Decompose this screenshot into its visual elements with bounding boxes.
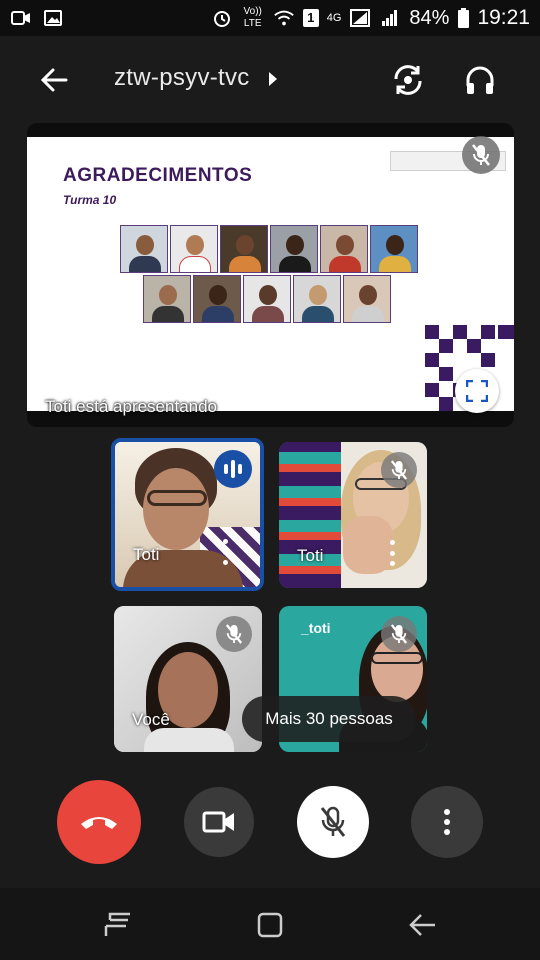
mic-off-icon	[381, 452, 417, 488]
chevron-right-icon[interactable]	[264, 66, 282, 92]
student-photo	[170, 225, 218, 273]
fullscreen-button[interactable]	[455, 369, 499, 413]
student-photo	[320, 225, 368, 273]
headphones-icon	[466, 66, 494, 94]
slide-title: AGRADECIMENTOS	[63, 165, 253, 186]
audio-output-button[interactable]	[458, 58, 502, 102]
student-photo	[220, 225, 268, 273]
volte-label: Vo)) LTE	[243, 6, 262, 29]
participant-name: Toti	[133, 545, 160, 564]
student-photo	[193, 275, 241, 323]
speaking-indicator-icon	[214, 450, 252, 488]
toti-logo: _toti	[301, 620, 331, 636]
person-hand	[343, 516, 393, 574]
battery-icon	[457, 8, 469, 28]
back-button[interactable]	[32, 60, 76, 100]
wifi-icon	[273, 9, 295, 27]
home-icon	[257, 912, 283, 938]
glasses	[147, 490, 207, 506]
slide-subtitle: Turma 10	[63, 193, 117, 207]
system-nav-bar	[0, 888, 540, 960]
phone-hangup-icon	[81, 817, 117, 829]
mic-toggle-button[interactable]	[297, 786, 369, 858]
student-photo	[370, 225, 418, 273]
student-photo	[120, 225, 168, 273]
camera-toggle-button[interactable]	[184, 787, 254, 857]
app-bar: ztw-psyv-tvc	[0, 36, 540, 122]
participant-tile[interactable]: Você	[114, 606, 262, 752]
gallery-icon	[42, 9, 64, 27]
signal-icon-1	[349, 9, 371, 27]
glasses	[371, 652, 423, 664]
home-button[interactable]	[250, 908, 290, 942]
screen-record-icon	[10, 9, 32, 27]
recents-icon	[104, 912, 130, 936]
student-photo	[270, 225, 318, 273]
student-photo	[343, 275, 391, 323]
arrow-left-icon	[40, 68, 68, 92]
presenting-label: Toti está apresentando	[45, 397, 218, 416]
status-bar: Vo)) LTE 1 4G 84% 19:21	[0, 0, 540, 36]
participant-name: Toti	[297, 546, 324, 565]
switch-camera-button[interactable]	[386, 58, 430, 102]
tile-background	[279, 442, 341, 588]
person-shirt	[144, 728, 234, 752]
participant-tile[interactable]: Toti	[279, 442, 427, 588]
student-photo	[243, 275, 291, 323]
participant-tile[interactable]: Toti	[111, 438, 264, 591]
presentation-view[interactable]: AGRADECIMENTOS Turma 10 Toti está aprese…	[27, 123, 514, 427]
person-face	[143, 468, 209, 550]
more-people-button[interactable]: Mais 30 pessoas	[242, 696, 416, 742]
mic-off-icon	[320, 806, 346, 837]
end-call-button[interactable]	[57, 780, 141, 864]
tile-more-options-button[interactable]	[387, 540, 397, 566]
tile-more-options-button[interactable]	[220, 539, 230, 565]
video-camera-icon	[202, 811, 234, 833]
clock: 19:21	[477, 6, 530, 29]
back-arrow-icon	[409, 914, 435, 936]
mic-off-icon	[216, 616, 252, 652]
more-vert-icon	[444, 809, 450, 835]
student-photo	[143, 275, 191, 323]
alarm-icon	[211, 9, 233, 27]
camera-switch-icon	[394, 65, 422, 95]
student-photo	[293, 275, 341, 323]
slide: AGRADECIMENTOS Turma 10 Toti está aprese…	[27, 137, 514, 416]
signal-icon-2	[379, 9, 401, 27]
participant-name: Você	[132, 710, 170, 729]
meeting-code[interactable]: ztw-psyv-tvc	[114, 64, 250, 92]
back-nav-button[interactable]	[402, 908, 442, 942]
sim-badge: 1	[302, 9, 319, 27]
photo-row	[143, 275, 391, 323]
photo-row	[120, 225, 418, 273]
presenter-mic-off-icon	[462, 136, 500, 174]
mic-off-icon	[381, 616, 417, 652]
battery-percent: 84%	[409, 6, 450, 29]
recents-button[interactable]	[98, 908, 138, 942]
more-options-button[interactable]	[411, 786, 483, 858]
network-type-label: 4G	[326, 12, 342, 24]
fullscreen-icon	[466, 380, 488, 402]
